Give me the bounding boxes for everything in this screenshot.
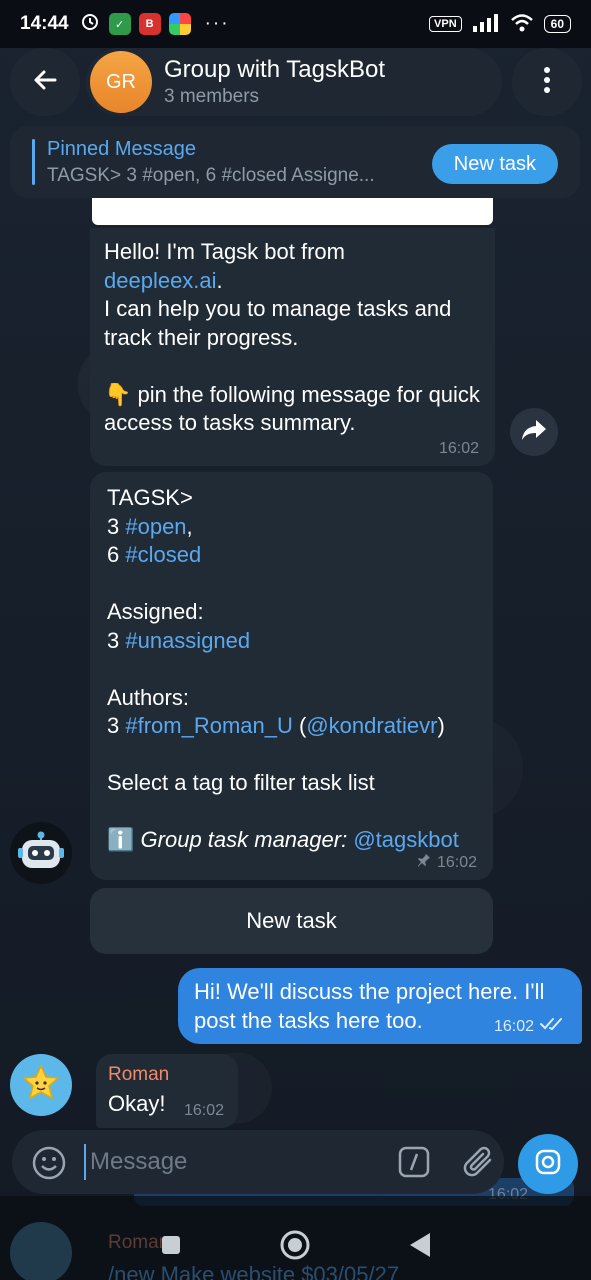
battery-icon: 60 xyxy=(543,15,571,33)
signal-icon xyxy=(472,13,500,35)
open-count: 3 xyxy=(107,513,126,539)
double-check-icon xyxy=(540,1017,566,1036)
status-bar: 14:44 ✓ B ··· VPN 60 xyxy=(0,0,591,48)
more-vertical-icon xyxy=(543,66,551,99)
incoming-time: 16:02 xyxy=(183,1102,224,1119)
alarm-icon xyxy=(79,10,101,38)
vpn-icon: VPN xyxy=(429,16,462,32)
new-task-inline-button[interactable]: New task xyxy=(90,888,493,954)
camera-button[interactable] xyxy=(518,1134,578,1194)
tag-unassigned[interactable]: #unassigned xyxy=(125,628,250,653)
share-arrow-icon xyxy=(521,419,547,446)
pointing-down-emoji: 👇 xyxy=(104,381,132,407)
back-button[interactable] xyxy=(10,48,80,116)
deepleex-link[interactable]: deepleex.ai xyxy=(104,268,217,293)
chat-header[interactable]: GR Group with TagskBot 3 members xyxy=(86,48,502,116)
pinned-title: Pinned Message xyxy=(47,137,196,160)
bot-greeting-message: Hello! I'm Tagsk bot from deepleex.ai. I… xyxy=(90,228,495,466)
summary-time: 16:02 xyxy=(436,853,477,871)
pinned-message-time: 16:02 xyxy=(417,853,477,872)
message-input[interactable] xyxy=(84,1144,374,1180)
message-time: 16:02 xyxy=(438,440,479,457)
pin-instruction: pin the following message for quick acce… xyxy=(104,381,480,436)
authors-label: Authors: xyxy=(107,684,189,710)
outgoing-message: Hi! We'll discuss the project here. I'll… xyxy=(178,968,582,1044)
vk-app-icon: B xyxy=(138,13,161,35)
system-nav-bar xyxy=(0,1214,591,1280)
shield-app-icon: ✓ xyxy=(108,13,131,35)
pinned-preview: TAGSK> 3 #open, 6 #closed Assigne... xyxy=(47,164,375,186)
pinned-indicator xyxy=(32,139,35,185)
camera-icon xyxy=(534,1148,562,1181)
status-time: 14:44 xyxy=(20,13,69,34)
member-count: 3 members xyxy=(164,86,260,107)
tag-closed[interactable]: #closed xyxy=(125,542,201,567)
emoji-button[interactable] xyxy=(32,1146,66,1180)
pinned-message-bar[interactable]: Pinned Message TAGSK> 3 #open, 6 #closed… xyxy=(10,126,580,198)
summary-prefix: TAGSK> xyxy=(107,485,193,510)
back-nav-button[interactable] xyxy=(407,1231,433,1264)
photos-app-icon xyxy=(168,13,191,35)
select-hint: Select a tag to filter task list xyxy=(107,770,375,795)
bot-summary-message: TAGSK> 3 #open, 6 #closed Assigned: 3 #u… xyxy=(90,472,493,880)
outgoing-time: 16:02 xyxy=(493,1017,534,1035)
star-icon xyxy=(21,1063,61,1108)
outgoing-time-group: 16:02 xyxy=(494,1017,566,1036)
sender-name[interactable]: Roman xyxy=(108,1064,226,1086)
tag-from-roman[interactable]: #from_Roman_U xyxy=(125,713,293,738)
greeting-dot: . xyxy=(216,267,223,293)
info-emoji: ℹ️ xyxy=(107,827,135,852)
forward-button[interactable] xyxy=(510,408,558,456)
assigned-label: Assigned: xyxy=(107,599,204,624)
arrow-left-icon xyxy=(31,66,59,99)
author-close-paren: ) xyxy=(437,713,445,738)
unassigned-count: 3 xyxy=(107,627,126,653)
bot-avatar[interactable] xyxy=(10,822,72,884)
author-mention[interactable]: @kondratievr xyxy=(306,713,437,738)
closed-count: 6 xyxy=(107,542,126,567)
open-comma: , xyxy=(186,513,193,539)
incoming-message-roman: Roman Okay! 16:02 xyxy=(96,1054,238,1128)
footer-label: Group task manager: xyxy=(140,827,354,852)
wifi-icon xyxy=(510,13,534,36)
menu-button[interactable] xyxy=(512,48,582,116)
group-avatar: GR xyxy=(90,51,152,113)
recents-button[interactable] xyxy=(159,1233,183,1262)
bot-mention[interactable]: @tagskbot xyxy=(353,827,459,852)
pinned-new-task-button[interactable]: New task xyxy=(431,144,558,184)
robot-icon xyxy=(18,830,64,877)
paperclip-icon[interactable] xyxy=(462,1144,496,1180)
bot-commands-button[interactable] xyxy=(398,1146,430,1178)
author-count: 3 xyxy=(107,713,126,738)
chat-title: Group with TagskBot xyxy=(164,56,386,83)
message-image[interactable] xyxy=(92,198,493,225)
help-line: I can help you to manage tasks and track… xyxy=(104,296,452,350)
message-composer xyxy=(12,1130,504,1194)
greeting-line: Hello! I'm Tagsk bot from xyxy=(104,239,345,264)
more-notifications-icon: ··· xyxy=(204,13,230,34)
roman-avatar[interactable] xyxy=(10,1054,72,1116)
tag-open[interactable]: #open xyxy=(125,514,186,539)
home-button[interactable] xyxy=(279,1229,311,1266)
pin-icon xyxy=(417,853,431,872)
author-open-paren: ( xyxy=(292,713,307,738)
